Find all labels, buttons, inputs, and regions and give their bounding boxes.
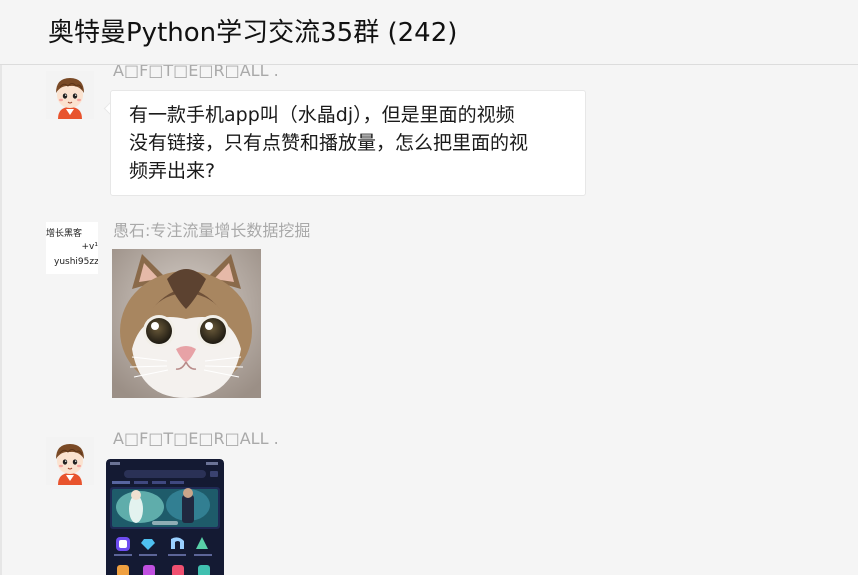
avatar-card-line: 增长黑客 [46,229,83,239]
surprised-cat-sticker-icon[interactable] [112,249,261,398]
chat-window: 奥特曼Python学习交流35群 (242) A□F□T□E□R□ALL . 有… [0,0,858,575]
sender-name: A□F□T□E□R□ALL . [113,65,279,80]
avatar-card-line: +v¹ [81,242,98,252]
message-text-line: 有一款手机app叫（水晶dj），但是里面的视频 [129,104,515,126]
sender-name: A□F□T□E□R□ALL . [113,429,279,448]
growth-hacker-card-avatar-icon[interactable]: 增长黑客 +v¹ yushi95zz [46,222,98,274]
cartoon-boy-avatar-icon[interactable] [46,71,94,119]
message-bubble[interactable]: 有一款手机app叫（水晶dj），但是里面的视频 没有链接，只有点赞和播放量，怎么… [110,90,586,196]
phone-app-screenshot-icon[interactable] [106,459,224,575]
sender-name: 愚石:专注流量增长数据挖掘 [113,221,311,240]
message-text-line: 没有链接，只有点赞和播放量，怎么把里面的视 [129,132,529,154]
message-text-line: 频弄出来? [129,160,216,182]
chat-title[interactable]: 奥特曼Python学习交流35群 (242) [48,12,457,49]
chat-header: 奥特曼Python学习交流35群 (242) [0,0,858,65]
cartoon-boy-avatar-icon[interactable] [46,437,94,485]
message-list[interactable]: A□F□T□E□R□ALL . 有一款手机app叫（水晶dj），但是里面的视频 … [0,65,858,575]
avatar-card-line: yushi95zz [54,257,98,267]
